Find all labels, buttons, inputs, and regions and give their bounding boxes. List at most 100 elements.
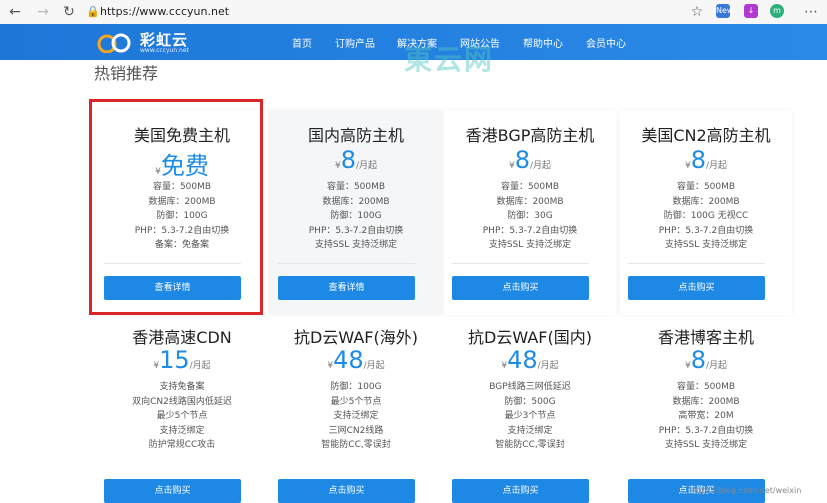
feature-line: 支持泛绑定: [507, 425, 553, 436]
site-header: 彩虹云 www.cccyun.net 首页 订购产品 解决方案 网站公告 帮助中…: [0, 24, 827, 76]
card-price: ¥48/月起: [444, 346, 616, 374]
card-features: BGP线路三网低延迟 防御：500G 最少3个节点 支持泛绑定 智能防CC,零误…: [444, 380, 616, 453]
feature-line: PHP：5.3-7.2自由切换: [658, 225, 754, 236]
feature-line: 防御：500G: [504, 396, 556, 407]
product-card-us-cn2: 美国CN2高防主机 ¥8/月起 容量：500MB 数据库：200MB 防御：10…: [620, 110, 792, 315]
feature-line: 容量：500MB: [676, 182, 736, 192]
card-title: 香港BGP高防主机: [465, 126, 595, 145]
price-unit: /月起: [355, 161, 378, 171]
feature-line: 数据库：200MB: [672, 196, 740, 207]
product-card-hk-bgp: 香港BGP高防主机 ¥8/月起 容量：500MB 数据库：200MB 防御：30…: [444, 110, 616, 315]
feature-line: 数据库：200MB: [496, 196, 564, 207]
price-value: 8: [340, 146, 356, 174]
price-unit: /月起: [705, 161, 728, 171]
card-price: ¥15/月起: [96, 346, 268, 374]
browser-toolbar: ← → ↻ 🔒https://www.cccyun.net ☆ New ↓ m …: [0, 0, 827, 25]
card-title: 抗D云WAF(国内): [468, 328, 592, 347]
feature-line: 支持泛绑定: [333, 411, 379, 421]
brand-url: www.cccyun.net: [140, 47, 189, 54]
price-unit: /月起: [189, 361, 211, 371]
buy-button[interactable]: 点击购买: [104, 479, 241, 503]
feature-line: PHP：5.3-7.2自由切换: [308, 225, 404, 236]
card-features: 容量：500MB 数据库：200MB 防御：100G PHP：5.3-7.2自由…: [270, 180, 442, 253]
cloud-logo-icon: [97, 33, 131, 53]
feature-line: 最少5个节点: [156, 411, 208, 421]
feature-line: 防护常规CC攻击: [148, 440, 216, 450]
nav-member[interactable]: 会员中心: [586, 35, 626, 50]
feature-line: 最少5个节点: [330, 396, 382, 407]
card-price: ¥8/月起: [270, 146, 442, 174]
forward-icon[interactable]: →: [34, 3, 52, 21]
extension-download-icon[interactable]: ↓: [744, 4, 758, 18]
nav-home[interactable]: 首页: [292, 35, 312, 50]
view-details-button[interactable]: 查看详情: [278, 276, 415, 300]
lock-icon: 🔒: [86, 5, 100, 18]
feature-line: 智能防CC,零误封: [495, 440, 565, 450]
card-features: 容量：500MB 数据库：200MB 高带宽：20M PHP：5.3-7.2自由…: [620, 380, 792, 453]
card-price: ¥8/月起: [620, 146, 792, 174]
card-title: 国内高防主机: [307, 126, 404, 145]
price-unit: /月起: [363, 361, 385, 371]
feature-line: 支持免备案: [159, 382, 205, 392]
extension-new-icon[interactable]: New: [716, 4, 733, 18]
feature-line: 容量：500MB: [676, 382, 736, 392]
feature-line: 防御：30G: [507, 211, 553, 221]
nav-help[interactable]: 帮助中心: [523, 35, 563, 50]
price-value: 8: [514, 146, 530, 174]
feature-line: 容量：500MB: [326, 182, 386, 192]
price-unit: /月起: [537, 361, 559, 371]
divider: [278, 263, 415, 264]
feature-line: 支持泛绑定: [159, 425, 205, 436]
price-unit: /月起: [705, 361, 728, 371]
price-value: 8: [690, 146, 706, 174]
section-title: 热销推荐: [94, 64, 159, 83]
price-value: 48: [333, 346, 364, 374]
feature-line: 支持SSL 支持泛绑定: [664, 240, 748, 250]
feature-line: 防御：100G 无视CC: [663, 211, 749, 221]
feature-line: 容量：500MB: [500, 182, 560, 192]
feature-line: 支持SSL 支持泛绑定: [664, 440, 748, 450]
product-card-domestic: 国内高防主机 ¥8/月起 容量：500MB 数据库：200MB 防御：100G …: [270, 110, 442, 315]
card-title: 抗D云WAF(海外): [294, 328, 418, 347]
feature-line: 三网CN2线路: [328, 425, 384, 436]
footer-watermark: https://blog.csdn.net/weixin: [690, 486, 802, 495]
star-icon[interactable]: ☆: [688, 3, 706, 21]
feature-line: 智能防CC,零误封: [321, 440, 391, 450]
buy-button[interactable]: 点击购买: [452, 479, 589, 503]
price-value: 8: [690, 346, 706, 374]
card-price: ¥8/月起: [444, 146, 616, 174]
card-title: 香港高速CDN: [132, 328, 232, 347]
product-card-cdn: 香港高速CDN ¥15/月起 支持免备案 双向CN2线路国内低延迟 最少5个节点…: [96, 318, 268, 503]
address-bar[interactable]: 🔒https://www.cccyun.net: [86, 2, 706, 22]
divider: [628, 263, 765, 264]
feature-line: 最少3个节点: [504, 411, 556, 421]
card-price: ¥48/月起: [270, 346, 442, 374]
card-title: 美国CN2高防主机: [641, 126, 771, 145]
buy-button[interactable]: 点击购买: [278, 479, 415, 503]
nav-products[interactable]: 订购产品: [335, 35, 375, 50]
feature-line: 双向CN2线路国内低延迟: [132, 396, 232, 407]
card-features: 容量：500MB 数据库：200MB 防御：100G 无视CC PHP：5.3-…: [620, 180, 792, 253]
price-unit: /月起: [529, 161, 552, 171]
feature-line: BGP线路三网低延迟: [489, 382, 571, 392]
card-features: 防御：100G 最少5个节点 支持泛绑定 三网CN2线路 智能防CC,零误封: [270, 380, 442, 453]
back-icon[interactable]: ←: [6, 3, 24, 21]
feature-line: PHP：5.3-7.2自由切换: [482, 225, 578, 236]
buy-button[interactable]: 点击购买: [452, 276, 589, 300]
divider: [452, 263, 589, 264]
card-features: 容量：500MB 数据库：200MB 防御：30G PHP：5.3-7.2自由切…: [444, 180, 616, 253]
refresh-icon[interactable]: ↻: [60, 3, 78, 21]
buy-button[interactable]: 点击购买: [628, 276, 765, 300]
price-value: 15: [159, 346, 190, 374]
product-card-waf-domestic: 抗D云WAF(国内) ¥48/月起 BGP线路三网低延迟 防御：500G 最少3…: [444, 318, 616, 503]
menu-icon[interactable]: ⋯: [802, 3, 820, 21]
feature-line: 数据库：200MB: [672, 396, 740, 407]
highlight-annotation-box: [89, 99, 263, 315]
card-title: 香港博客主机: [657, 328, 754, 347]
card-features: 支持免备案 双向CN2线路国内低延迟 最少5个节点 支持泛绑定 防护常规CC攻击: [96, 380, 268, 453]
price-value: 48: [507, 346, 538, 374]
feature-line: 防御：100G: [330, 382, 382, 392]
watermark-logo: 東云网: [404, 43, 495, 76]
extension-m-icon[interactable]: m: [770, 4, 784, 18]
feature-line: PHP：5.3-7.2自由切换: [658, 425, 754, 436]
